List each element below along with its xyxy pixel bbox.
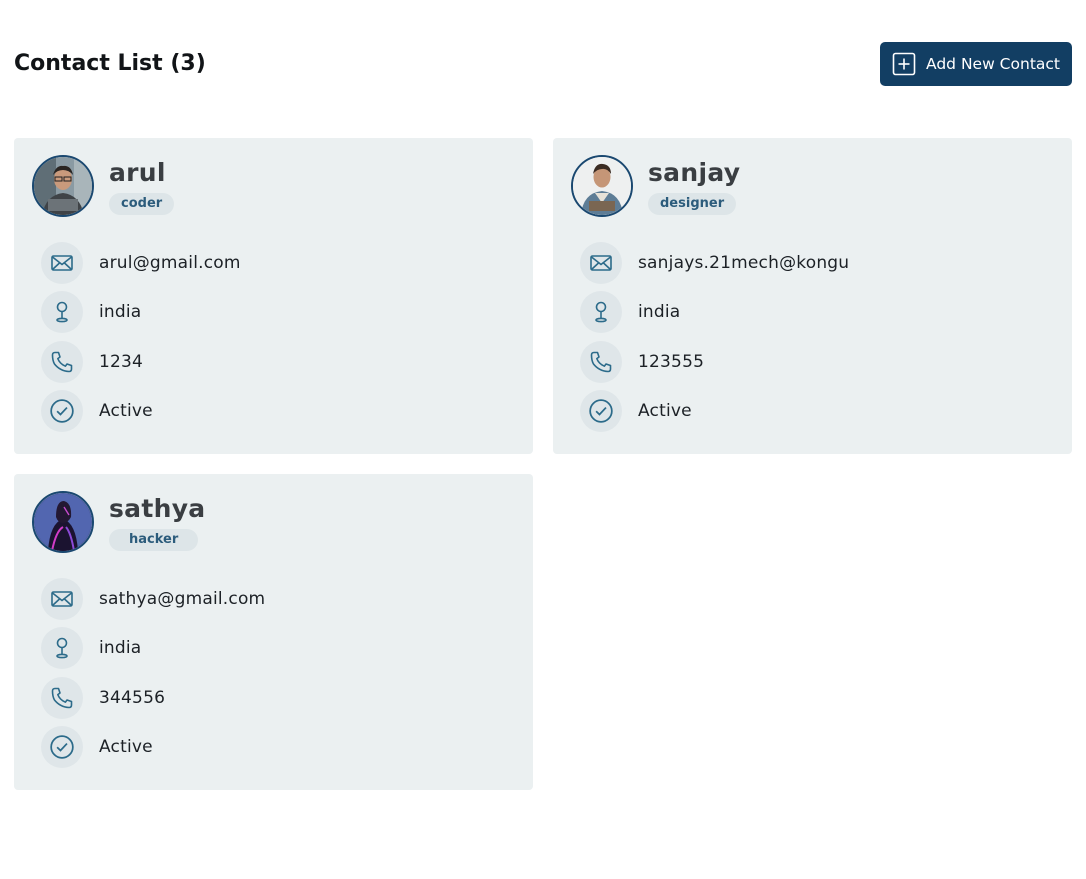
- add-new-contact-label: Add New Contact: [926, 55, 1060, 73]
- email-text: sanjays.21mech@kongu: [638, 252, 850, 273]
- location-row: india: [41, 624, 265, 674]
- role-badge: hacker: [109, 529, 199, 551]
- contact-card[interactable]: arul coder arul@gmail.com india 1234 Act…: [14, 138, 533, 454]
- location-row: india: [41, 288, 241, 338]
- avatar: [32, 491, 94, 553]
- map-pin-icon: [580, 291, 622, 334]
- phone-icon: [41, 676, 83, 719]
- contact-card[interactable]: sanjay designer sanjays.21mech@kongu ind…: [553, 138, 1072, 454]
- status-row: Active: [580, 387, 849, 437]
- mail-icon: [580, 241, 622, 284]
- status-row: Active: [41, 723, 265, 773]
- check-circle-icon: [580, 390, 622, 433]
- role-badge: designer: [648, 193, 737, 215]
- add-new-contact-button[interactable]: Add New Contact: [880, 42, 1072, 86]
- map-pin-icon: [41, 627, 83, 670]
- contact-name: sathya: [109, 494, 206, 523]
- role-badge: coder: [109, 193, 175, 215]
- contact-name: sanjay: [648, 158, 741, 187]
- status-row: Active: [41, 387, 241, 437]
- contact-name: arul: [109, 158, 166, 187]
- location-row: india: [580, 288, 849, 338]
- phone-icon: [41, 340, 83, 383]
- email-row: sathya@gmail.com: [41, 574, 265, 624]
- email-row: arul@gmail.com: [41, 238, 241, 288]
- status-text: Active: [99, 737, 153, 758]
- check-circle-icon: [41, 390, 83, 433]
- contact-card[interactable]: sathya hacker sathya@gmail.com india 344…: [14, 474, 533, 790]
- phone-row: 344556: [41, 673, 265, 723]
- email-text: arul@gmail.com: [99, 252, 241, 273]
- email-row: sanjays.21mech@kongu: [580, 238, 849, 288]
- page-title: Contact List (3): [14, 50, 206, 76]
- phone-row: 1234: [41, 337, 241, 387]
- location-text: india: [99, 302, 142, 323]
- plus-square-icon: [892, 52, 916, 76]
- mail-icon: [41, 577, 83, 620]
- status-text: Active: [99, 401, 153, 422]
- phone-icon: [580, 340, 622, 383]
- avatar: [32, 155, 94, 217]
- phone-row: 123555: [580, 337, 849, 387]
- phone-text: 1234: [99, 351, 144, 372]
- check-circle-icon: [41, 726, 83, 769]
- status-text: Active: [638, 401, 692, 422]
- phone-text: 344556: [99, 687, 166, 708]
- mail-icon: [41, 241, 83, 284]
- location-text: india: [638, 302, 681, 323]
- location-text: india: [99, 638, 142, 659]
- avatar: [571, 155, 633, 217]
- email-text: sathya@gmail.com: [99, 588, 266, 609]
- map-pin-icon: [41, 291, 83, 334]
- phone-text: 123555: [638, 351, 705, 372]
- page-header: Contact List (3) Add New Contact: [14, 42, 1072, 86]
